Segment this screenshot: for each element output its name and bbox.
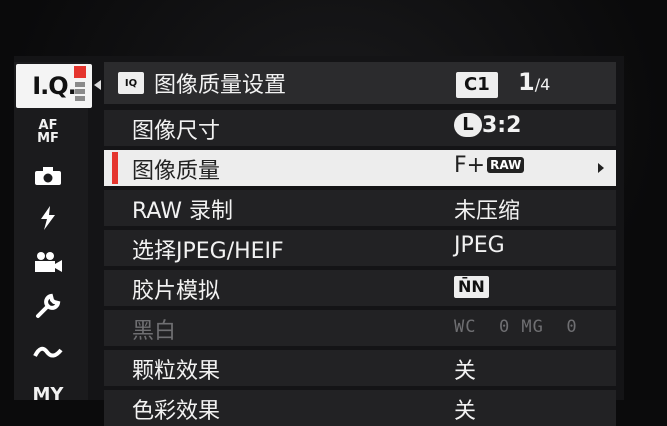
menu-item-value: F+ RAW <box>454 153 525 178</box>
menu-item-label: 色彩效果 <box>132 399 221 424</box>
menu-item-label: 图像质量 <box>132 159 221 184</box>
flash-icon <box>41 206 55 230</box>
menu-item-label: 颗粒效果 <box>132 359 221 384</box>
tab-flash[interactable] <box>18 200 78 236</box>
menu-item-value: WC 0 MG 0 <box>454 317 578 337</box>
camera-icon <box>35 167 61 185</box>
tab-my-menu[interactable]: MY <box>18 376 78 412</box>
menu-item-label: 黑白 <box>132 319 177 344</box>
wrench-icon <box>36 293 61 318</box>
menu-item-label: RAW 录制 <box>132 199 233 224</box>
menu-item-value: L 3:2 <box>454 113 521 138</box>
tab-af-mf[interactable]: AF MF <box>18 114 78 150</box>
tab-image-quality[interactable]: I.Q. <box>16 64 92 108</box>
menu-item-grain-effect[interactable]: 颗粒效果 关 <box>104 348 616 386</box>
menu-item-image-quality[interactable]: 图像质量 F+ RAW <box>104 148 616 186</box>
menu-item-label: 选择JPEG/HEIF <box>132 239 284 264</box>
menu-item-value: N̄N <box>454 273 489 298</box>
menu-item-monochrome[interactable]: 黑白 WC 0 MG 0 <box>104 308 616 346</box>
menu-item-film-simulation[interactable]: 胶片模拟 N̄N <box>104 268 616 306</box>
tab-arrow-icon <box>94 80 101 90</box>
my-menu-label: MY <box>32 383 64 405</box>
page-indicator: 1/4 <box>518 68 550 96</box>
menu-header: IQ 图像质量设置 C1 1/4 <box>104 62 616 104</box>
size-l-badge: L <box>454 113 482 137</box>
menu-item-value: 关 <box>454 399 477 424</box>
menu-item-image-size[interactable]: 图像尺寸 L 3:2 <box>104 108 616 146</box>
chevron-right-icon <box>598 163 604 173</box>
tab-position-pips <box>75 82 85 103</box>
movie-icon <box>35 252 62 272</box>
image-quality-icon: IQ <box>118 72 144 94</box>
page-total: /4 <box>534 75 551 94</box>
connection-icon <box>33 346 63 358</box>
selection-marker <box>112 152 118 184</box>
custom-bank-badge: C1 <box>456 72 498 98</box>
page-current: 1 <box>518 68 535 96</box>
tab-movie[interactable] <box>18 244 78 280</box>
menu-item-color-effect[interactable]: 色彩效果 关 <box>104 388 616 426</box>
menu-item-jpeg-heif[interactable]: 选择JPEG/HEIF JPEG <box>104 228 616 266</box>
menu-item-label: 图像尺寸 <box>132 119 221 144</box>
raw-badge: RAW <box>487 157 525 173</box>
active-indicator <box>74 66 86 78</box>
tab-setup[interactable] <box>18 288 78 324</box>
tab-shooting[interactable] <box>18 158 78 194</box>
menu-item-value: 未压缩 <box>454 199 521 224</box>
tab-image-quality-label: I.Q. <box>32 72 77 100</box>
af-mf-icon: AF MF <box>37 118 59 146</box>
tab-connection[interactable] <box>18 334 78 370</box>
menu-item-value: 关 <box>454 359 477 384</box>
menu-item-label: 胶片模拟 <box>132 279 221 304</box>
menu-title: 图像质量设置 <box>154 73 287 98</box>
menu-item-value: JPEG <box>454 233 505 258</box>
menu-item-raw-recording[interactable]: RAW 录制 未压缩 <box>104 188 616 226</box>
film-sim-badge: N̄N <box>454 276 489 298</box>
